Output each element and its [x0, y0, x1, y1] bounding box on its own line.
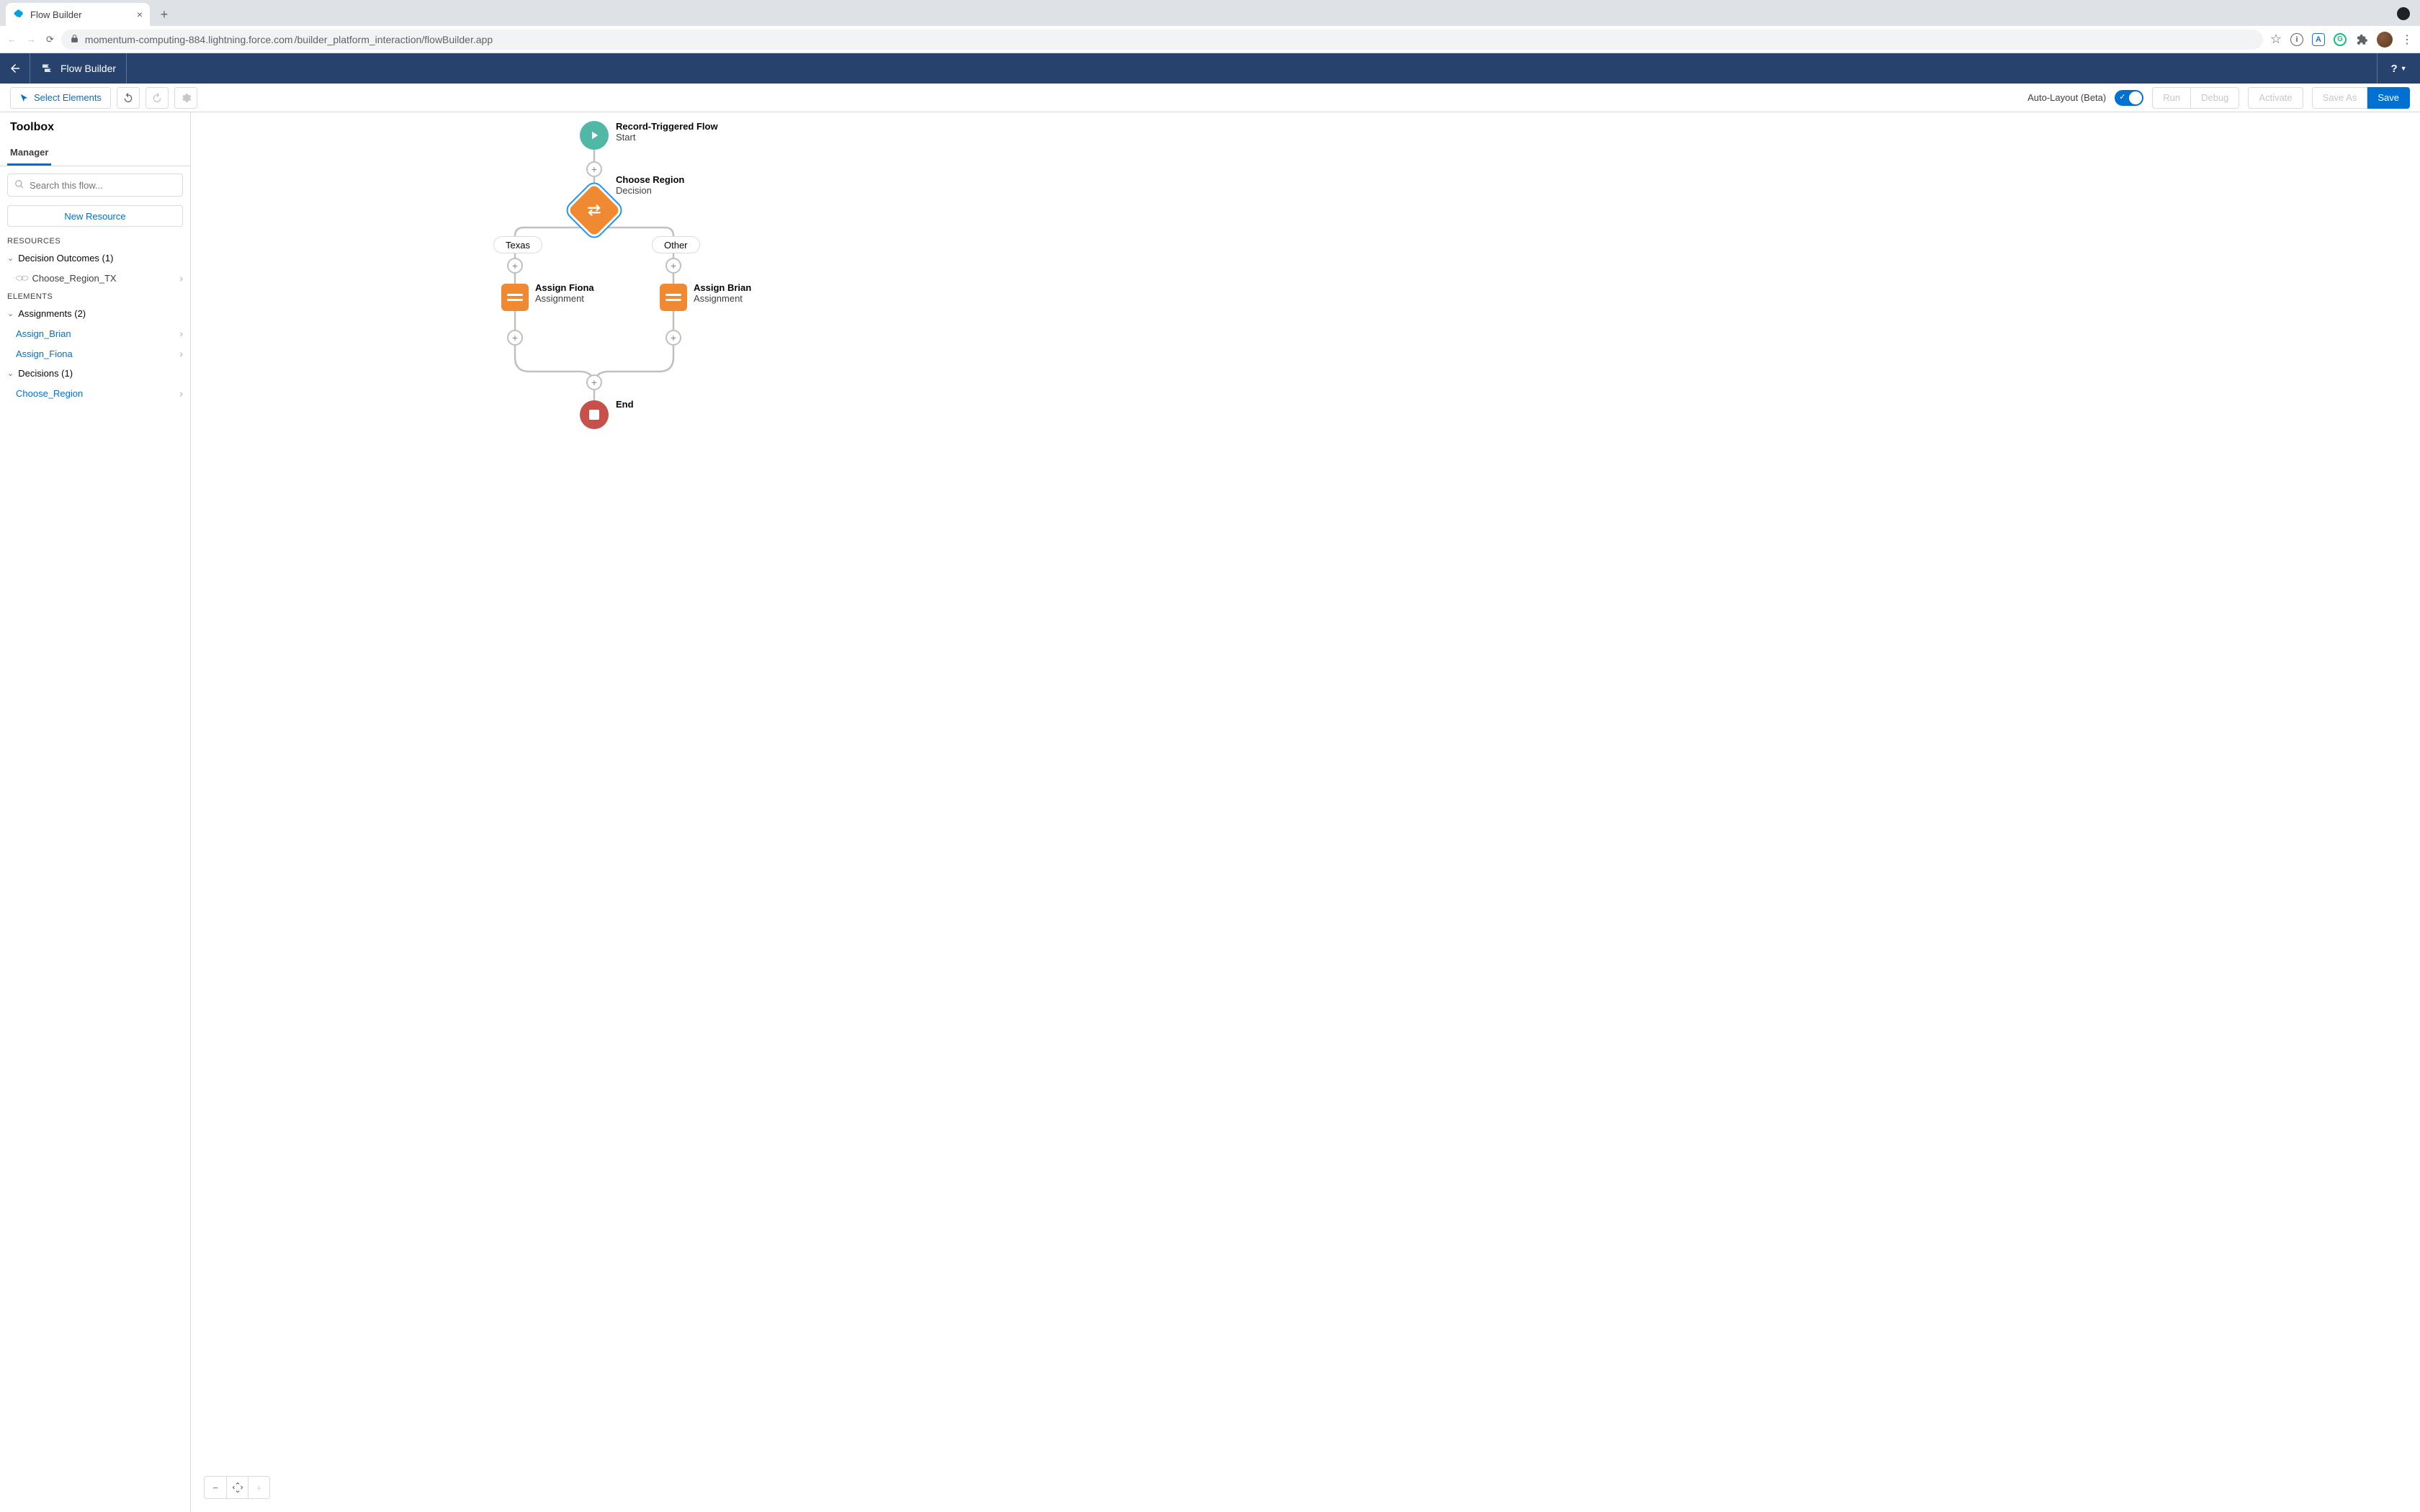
flow-canvas[interactable]: Record-Triggered Flow Start + Choose Reg… [191, 112, 2420, 1512]
assignment-node-fiona[interactable] [501, 284, 529, 311]
zoom-controls: − + [204, 1476, 270, 1499]
info-icon[interactable]: i [2290, 33, 2303, 46]
add-element-button[interactable]: + [666, 330, 681, 346]
group-decision-outcomes[interactable]: ⌄ Decision Outcomes (1) [0, 248, 190, 268]
start-node-label: Record-Triggered Flow Start [616, 121, 718, 143]
browser-tab[interactable]: Flow Builder × [6, 3, 150, 26]
chevron-down-icon: ⌄ [7, 253, 14, 263]
select-elements-button[interactable]: Select Elements [10, 87, 111, 109]
help-menu[interactable]: ? ▼ [2377, 53, 2420, 84]
run-button[interactable]: Run [2152, 87, 2191, 109]
end-node-label: End [616, 399, 634, 410]
element-assign-brian[interactable]: Assign_Brian › [0, 323, 190, 343]
chevron-right-icon: › [179, 272, 183, 284]
lock-icon [70, 34, 79, 45]
tab-title: Flow Builder [30, 9, 82, 20]
zoom-in-button[interactable]: + [248, 1477, 269, 1498]
app-title: Flow Builder [60, 63, 116, 74]
section-resources: RESOURCES [0, 233, 190, 248]
add-element-button[interactable]: + [507, 258, 523, 274]
start-node[interactable] [580, 121, 609, 150]
address-bar[interactable]: momentum-computing-884.lightning.force.c… [61, 30, 2263, 50]
branch-pill-texas[interactable]: Texas [493, 236, 542, 253]
auto-layout-label: Auto-Layout (Beta) [2027, 92, 2106, 103]
browser-toolbar: ← → ⟳ momentum-computing-884.lightning.f… [0, 26, 2420, 53]
chevron-right-icon: › [179, 348, 183, 359]
decision-node-label: Choose Region Decision [616, 174, 684, 196]
tab-manager[interactable]: Manager [7, 141, 51, 166]
toolbox-sidebar: Toolbox Manager New Resource RESOURCES ⌄… [0, 112, 191, 1512]
element-assign-fiona[interactable]: Assign_Fiona › [0, 343, 190, 364]
new-resource-button[interactable]: New Resource [7, 205, 183, 227]
activate-button[interactable]: Activate [2248, 87, 2303, 109]
add-element-button[interactable]: + [507, 330, 523, 346]
new-tab-button[interactable]: + [154, 4, 174, 24]
reload-icon[interactable]: ⟳ [46, 34, 54, 45]
assignment-brian-label: Assign Brian Assignment [694, 282, 751, 304]
search-input[interactable] [7, 174, 183, 197]
settings-button[interactable] [174, 87, 197, 109]
auto-layout-toggle[interactable] [2115, 90, 2143, 106]
nav-forward-icon[interactable]: → [27, 34, 36, 45]
app-back-button[interactable] [0, 53, 30, 84]
add-element-button[interactable]: + [586, 161, 602, 177]
builder-toolbar: Select Elements Auto-Layout (Beta) Run D… [0, 84, 2420, 112]
outcome-icon: ⬭⬭ [16, 273, 27, 284]
group-assignments[interactable]: ⌄ Assignments (2) [0, 304, 190, 323]
flow-icon [40, 61, 53, 76]
section-elements: ELEMENTS [0, 288, 190, 304]
chevron-right-icon: › [179, 328, 183, 339]
debug-button[interactable]: Debug [2191, 87, 2239, 109]
help-icon: ? [2390, 63, 2397, 75]
url-path: /builder_platform_interaction/flowBuilde… [295, 34, 493, 45]
salesforce-cloud-icon [13, 9, 24, 20]
chevron-down-icon: ⌄ [7, 309, 14, 318]
profile-avatar[interactable] [2377, 32, 2393, 48]
chevron-right-icon: › [179, 387, 183, 399]
app-header: Flow Builder ? ▼ [0, 53, 2420, 84]
extensions-icon[interactable] [2355, 33, 2368, 46]
browser-tabstrip: Flow Builder × + [0, 0, 2420, 26]
element-choose-region[interactable]: Choose_Region › [0, 383, 190, 403]
save-as-button[interactable]: Save As [2312, 87, 2368, 109]
branch-pill-other[interactable]: Other [652, 236, 700, 253]
assignment-node-brian[interactable] [660, 284, 687, 311]
zoom-out-button[interactable]: − [205, 1477, 226, 1498]
window-control-icon[interactable] [2397, 7, 2410, 20]
star-icon[interactable]: ☆ [2270, 32, 2282, 47]
search-icon [14, 179, 24, 192]
chevron-down-icon: ⌄ [7, 369, 14, 378]
toolbox-title: Toolbox [0, 112, 190, 141]
zoom-fit-button[interactable] [226, 1477, 248, 1498]
resource-choose-region-tx[interactable]: ⬭⬭Choose_Region_TX › [0, 268, 190, 288]
chrome-menu-icon[interactable]: ⋮ [2401, 32, 2413, 47]
save-button[interactable]: Save [2367, 87, 2410, 109]
extension-a-icon[interactable]: A [2312, 33, 2325, 46]
url-domain: momentum-computing-884.lightning.force.c… [85, 34, 293, 45]
extension-g-icon[interactable]: G [2334, 33, 2347, 46]
close-icon[interactable]: × [137, 9, 143, 20]
group-decisions[interactable]: ⌄ Decisions (1) [0, 364, 190, 383]
add-element-button[interactable]: + [666, 258, 681, 274]
redo-button[interactable] [145, 87, 169, 109]
add-element-button[interactable]: + [586, 374, 602, 390]
undo-button[interactable] [117, 87, 140, 109]
chevron-down-icon: ▼ [2401, 65, 2407, 72]
end-node[interactable] [580, 400, 609, 429]
assignment-fiona-label: Assign Fiona Assignment [535, 282, 594, 304]
decision-node[interactable] [568, 184, 621, 237]
select-elements-label: Select Elements [34, 92, 102, 103]
nav-back-icon[interactable]: ← [7, 34, 17, 45]
